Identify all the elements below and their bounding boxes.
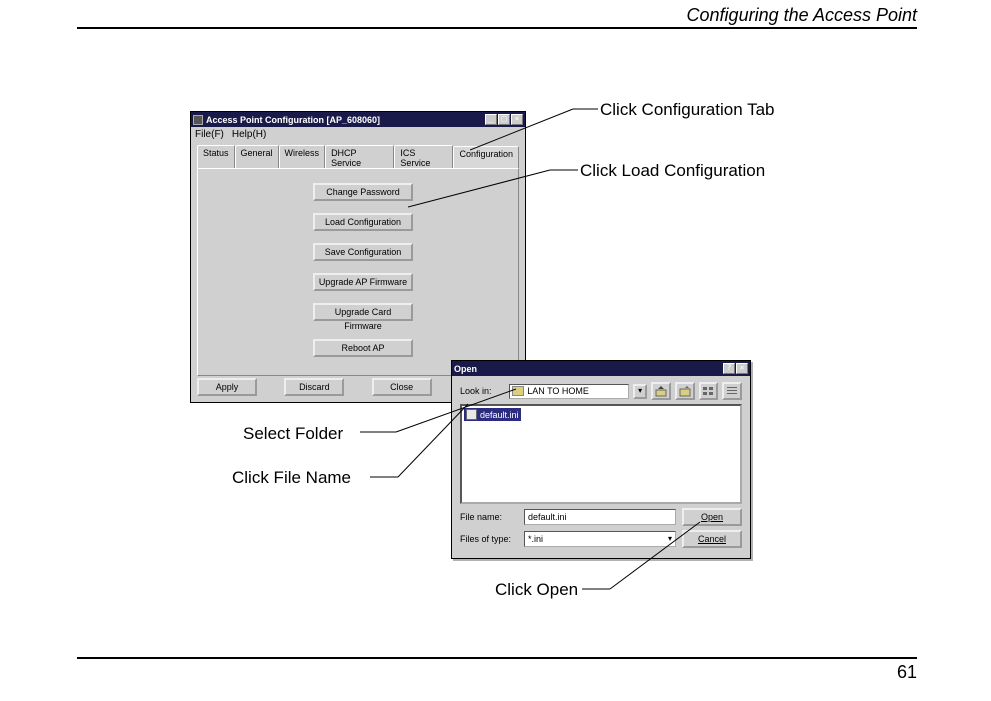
- open-dialog-title: Open: [454, 364, 723, 374]
- save-configuration-button[interactable]: Save Configuration: [313, 243, 413, 261]
- tab-general[interactable]: General: [235, 145, 279, 168]
- tab-status[interactable]: Status: [197, 145, 235, 168]
- page-header: Configuring the Access Point: [687, 5, 917, 26]
- open-dialog-close-button[interactable]: ×: [736, 363, 748, 374]
- files-of-type-label: Files of type:: [460, 534, 518, 544]
- discard-button[interactable]: Discard: [284, 378, 344, 396]
- upgrade-card-firmware-button[interactable]: Upgrade Card Firmware: [313, 303, 413, 321]
- annotation-select-folder: Select Folder: [243, 424, 343, 444]
- leader-load-config: [408, 169, 580, 209]
- open-dialog-help-button[interactable]: ?: [723, 363, 735, 374]
- menu-help[interactable]: Help(H): [232, 129, 266, 140]
- look-in-dropdown-button[interactable]: ▾: [633, 384, 647, 399]
- files-of-type-value: *.ini: [528, 532, 543, 546]
- annotation-click-open: Click Open: [495, 580, 578, 600]
- apply-button[interactable]: Apply: [197, 378, 257, 396]
- menu-file[interactable]: File(F): [195, 129, 224, 140]
- page-number: 61: [897, 662, 917, 683]
- list-view-icon[interactable]: [699, 382, 719, 400]
- header-rule: [77, 27, 917, 29]
- tab-wireless[interactable]: Wireless: [279, 145, 326, 168]
- open-dialog-titlebar: Open ? ×: [452, 361, 750, 376]
- annotation-click-file-name: Click File Name: [232, 468, 351, 488]
- annotation-click-config-tab: Click Configuration Tab: [600, 100, 775, 120]
- tab-dhcp-service[interactable]: DHCP Service: [325, 145, 394, 168]
- tab-ics-service[interactable]: ICS Service: [394, 145, 453, 168]
- look-in-value: LAN TO HOME: [527, 386, 589, 396]
- app-icon: [193, 115, 203, 125]
- footer-rule: [77, 657, 917, 659]
- leader-click-open: [582, 521, 702, 591]
- leader-click-file-name: [370, 403, 470, 479]
- reboot-ap-button[interactable]: Reboot AP: [313, 339, 413, 357]
- details-view-icon[interactable]: [722, 382, 742, 400]
- leader-config-tab: [470, 108, 600, 152]
- look-in-combo[interactable]: LAN TO HOME: [509, 384, 629, 399]
- new-folder-icon[interactable]: [675, 382, 695, 400]
- load-configuration-button[interactable]: Load Configuration: [313, 213, 413, 231]
- up-one-level-icon[interactable]: [651, 382, 671, 400]
- config-window-title: Access Point Configuration [AP_608060]: [206, 115, 485, 125]
- upgrade-ap-firmware-button[interactable]: Upgrade AP Firmware: [313, 273, 413, 291]
- annotation-click-load-config: Click Load Configuration: [580, 161, 765, 181]
- file-name-label: File name:: [460, 512, 518, 522]
- change-password-button[interactable]: Change Password: [313, 183, 413, 201]
